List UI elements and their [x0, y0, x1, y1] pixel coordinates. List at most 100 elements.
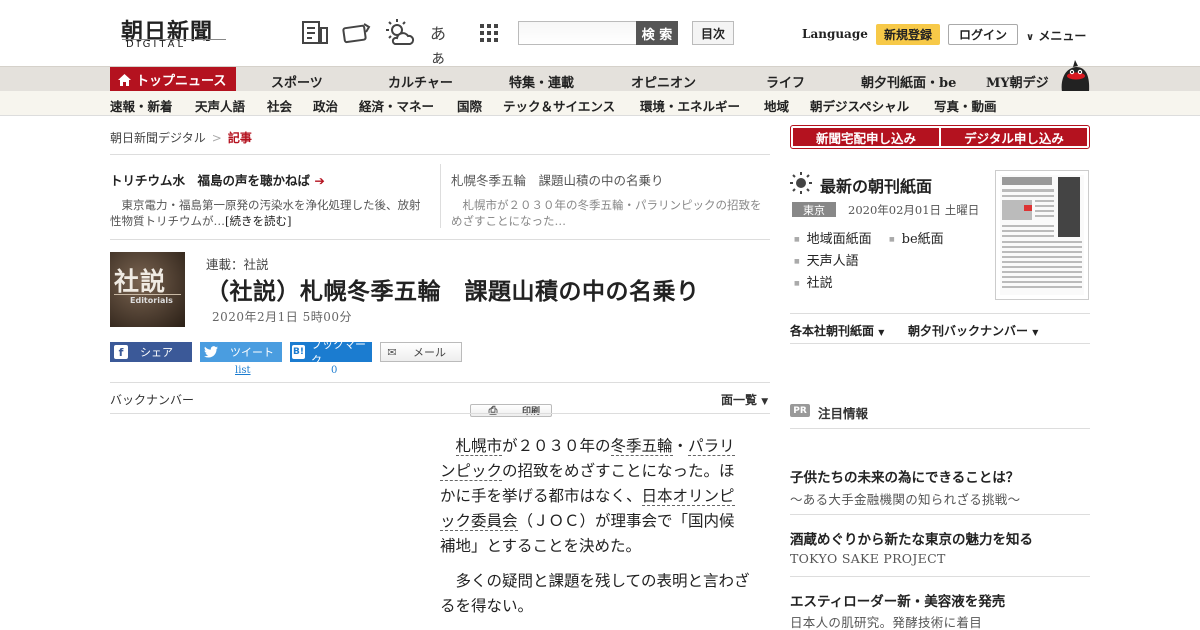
ad-subtitle[interactable]: ～ある大手金融機関の知られざる挑戦～	[790, 489, 1020, 508]
dropdown-label: 各本社朝刊紙面	[790, 324, 875, 338]
digital-subscribe-button[interactable]: デジタル申し込み	[941, 128, 1087, 146]
ad-subtitle[interactable]: 日本人の肌研究。発酵技術に着目	[790, 612, 982, 630]
search-input[interactable]	[518, 21, 638, 45]
twitter-icon	[204, 346, 218, 358]
subnav-photo[interactable]: 写真・動画	[934, 96, 997, 115]
share-label: シェア	[140, 346, 173, 359]
subnav-latest[interactable]: 速報・新着	[110, 96, 173, 115]
caret-down-icon: ▼	[761, 397, 769, 407]
ad-title[interactable]: 子供たちの未来の為にできることは？	[790, 466, 1019, 486]
printer-icon: ⎙	[488, 403, 498, 417]
breadcrumb-separator: >	[211, 131, 222, 145]
ticket-icon[interactable]	[342, 18, 372, 48]
tab-paper[interactable]: 朝夕刊紙面・be	[861, 72, 956, 91]
subnav-international[interactable]: 国際	[457, 96, 482, 115]
sun-icon	[790, 172, 812, 194]
pickup-title: 札幌冬季五輪 課題山積の中の名乗り	[451, 173, 664, 188]
breadcrumb-home[interactable]: 朝日新聞デジタル	[110, 131, 206, 145]
subnav-tech[interactable]: テック＆サイエンス	[503, 96, 615, 115]
facebook-icon: f	[114, 345, 128, 359]
pickup-tritium[interactable]: トリチウム水 福島の声を聴かねば ➔ 東京電力・福島第一原発の汚染水を浄化処理し…	[110, 170, 425, 229]
apps-grid-icon[interactable]	[474, 18, 504, 48]
logo-en: DIGITAL	[126, 39, 187, 50]
bookmark-count[interactable]: 0	[331, 365, 337, 376]
register-button[interactable]: 新規登録	[876, 24, 940, 45]
print-button[interactable]: ⎙ 印刷	[470, 404, 552, 417]
tab-life[interactable]: ライフ	[766, 72, 805, 91]
tab-opinion[interactable]: オピニオン	[631, 72, 696, 91]
subnav-society[interactable]: 社会	[267, 96, 292, 115]
tab-sports[interactable]: スポーツ	[271, 72, 323, 91]
link-tensei-jingo[interactable]: 天声人語	[794, 250, 859, 269]
divider	[110, 413, 770, 414]
breadcrumb-current: 記事	[227, 131, 252, 145]
ad-title[interactable]: 酒蔵めぐりから新たな東京の魅力を知る	[790, 528, 1033, 548]
keyword-link[interactable]: 冬季五輪	[610, 437, 673, 456]
tab-my-asadigi[interactable]: MY朝デジ	[986, 72, 1049, 91]
link-editorial[interactable]: 社説	[794, 272, 833, 291]
page-list-label: 面一覧	[721, 393, 758, 407]
weather-icon[interactable]	[385, 18, 415, 48]
tab-top-news[interactable]: トップニュース	[110, 67, 236, 92]
search-button[interactable]: 検 索	[636, 21, 678, 45]
page-list-dropdown[interactable]: 面一覧 ▼	[721, 391, 768, 408]
tab-culture[interactable]: カルチャー	[388, 72, 453, 91]
menu-label: メニュー	[1038, 29, 1087, 43]
chevron-down-icon: ∨	[1026, 32, 1035, 43]
newspaper-thumbnail[interactable]	[995, 170, 1089, 300]
home-delivery-button[interactable]: 新聞宅配申し込み	[793, 128, 939, 146]
twitter-count[interactable]: list	[235, 365, 251, 376]
subscribe-buttons: 新聞宅配申し込み デジタル申し込み	[790, 125, 1090, 149]
link-regional-pages[interactable]: 地域面紙面	[794, 228, 872, 247]
series-label[interactable]: 連載：社説	[206, 254, 269, 273]
keyword-link[interactable]: 札幌市	[455, 437, 503, 456]
menu-button[interactable]: ∨ メニュー	[1026, 27, 1086, 44]
article-body: 札幌市が２０３０年の冬季五輪・パラリンピックの招致をめざすことになった。ほかに手…	[440, 434, 750, 629]
article-title: （社説）札幌冬季五輪 課題山積の中の名乗り	[206, 278, 700, 305]
mail-icon: ✉	[387, 345, 397, 359]
read-more-link[interactable]: [続きを読む]	[225, 214, 291, 228]
back-number-dropdown[interactable]: 朝夕刊バックナンバー ▼	[908, 322, 1038, 339]
mail-share-button[interactable]: ✉ メール	[380, 342, 462, 362]
pickup-desc: 札幌市が２０３０年の冬季五輪・パラリンピックの招致をめざすことになった…	[451, 198, 762, 228]
twitter-share-button[interactable]: ツイート	[200, 342, 282, 362]
back-number-link[interactable]: バックナンバー	[110, 391, 194, 408]
divider	[790, 313, 1090, 314]
paragraph: 多くの疑問と課題を残しての表明と言わざるを得ない。	[440, 572, 750, 615]
regional-editions-dropdown[interactable]: 各本社朝刊紙面 ▼	[790, 322, 884, 339]
hatena-icon: B!	[292, 345, 305, 359]
mascot-icon[interactable]	[1056, 58, 1092, 94]
link-be-pages[interactable]: be紙面	[889, 228, 944, 247]
subnav-politics[interactable]: 政治	[313, 96, 338, 115]
ad-title[interactable]: エスティローダー新・美容液を発売	[790, 590, 1005, 610]
divider	[790, 576, 1090, 577]
subnav-environment[interactable]: 環境・エネルギー	[640, 96, 740, 115]
pickup-sapporo[interactable]: 札幌冬季五輪 課題山積の中の名乗り 札幌市が２０３０年の冬季五輪・パラリンピック…	[451, 170, 766, 229]
breadcrumb: 朝日新聞デジタル > 記事	[110, 129, 252, 146]
contents-button[interactable]: 目次	[692, 21, 734, 45]
article-date: 2020年2月1日 5時00分	[212, 310, 353, 324]
news-list-icon[interactable]	[300, 18, 330, 48]
primary-nav: トップニュース スポーツ カルチャー 特集・連載 オピニオン ライフ 朝夕刊紙面…	[0, 66, 1200, 92]
subnav-tensei[interactable]: 天声人語	[195, 96, 245, 115]
login-button[interactable]: ログイン	[948, 24, 1018, 45]
caret-down-icon: ▼	[1032, 328, 1039, 337]
divider	[790, 343, 1090, 344]
subnav-special[interactable]: 朝デジスペシャル	[810, 96, 909, 115]
latest-paper-title[interactable]: 最新の朝刊紙面	[820, 173, 932, 197]
secondary-nav: 速報・新着 天声人語 社会 政治 経済・マネー 国際 テック＆サイエンス 環境・…	[0, 91, 1200, 116]
site-logo[interactable]: 朝日新聞 DIGITAL	[118, 12, 230, 54]
divider	[790, 428, 1090, 429]
hatena-bookmark-button[interactable]: B! ブックマーク	[290, 338, 372, 367]
tab-features[interactable]: 特集・連載	[509, 72, 574, 91]
ad-subtitle[interactable]: TOKYO SAKE PROJECT	[790, 551, 946, 566]
paragraph: 札幌市が２０３０年の冬季五輪・パラリンピックの招致をめざすことになった。ほかに手…	[440, 434, 750, 559]
language-link[interactable]: Language	[802, 27, 868, 41]
font-size-icon[interactable]: あぁ	[430, 20, 460, 67]
subnav-region[interactable]: 地域	[764, 96, 789, 115]
tab-top-news-label: トップニュース	[136, 74, 227, 89]
subnav-economy[interactable]: 経済・マネー	[359, 96, 434, 115]
facebook-share-button[interactable]: f シェア	[110, 342, 192, 362]
region-tag: 東京	[792, 202, 836, 217]
pr-badge: PR	[790, 404, 810, 417]
